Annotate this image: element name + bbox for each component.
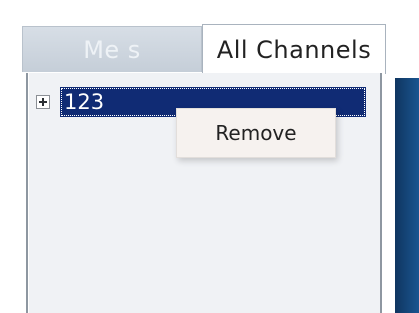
context-menu: Remove	[176, 108, 336, 158]
tab-label: All Channels	[216, 35, 372, 64]
menu-item-remove[interactable]: Remove	[215, 121, 296, 145]
tab-messages[interactable]: Me s	[22, 26, 202, 72]
tab-all-channels[interactable]: All Channels	[202, 24, 386, 74]
plus-box-icon[interactable]	[36, 95, 50, 109]
app-window: Me s All Channels 123 Remove	[0, 0, 419, 313]
right-pane-edge	[395, 78, 419, 313]
tab-strip: Me s All Channels	[12, 0, 419, 80]
tab-label: Me s	[83, 35, 141, 64]
